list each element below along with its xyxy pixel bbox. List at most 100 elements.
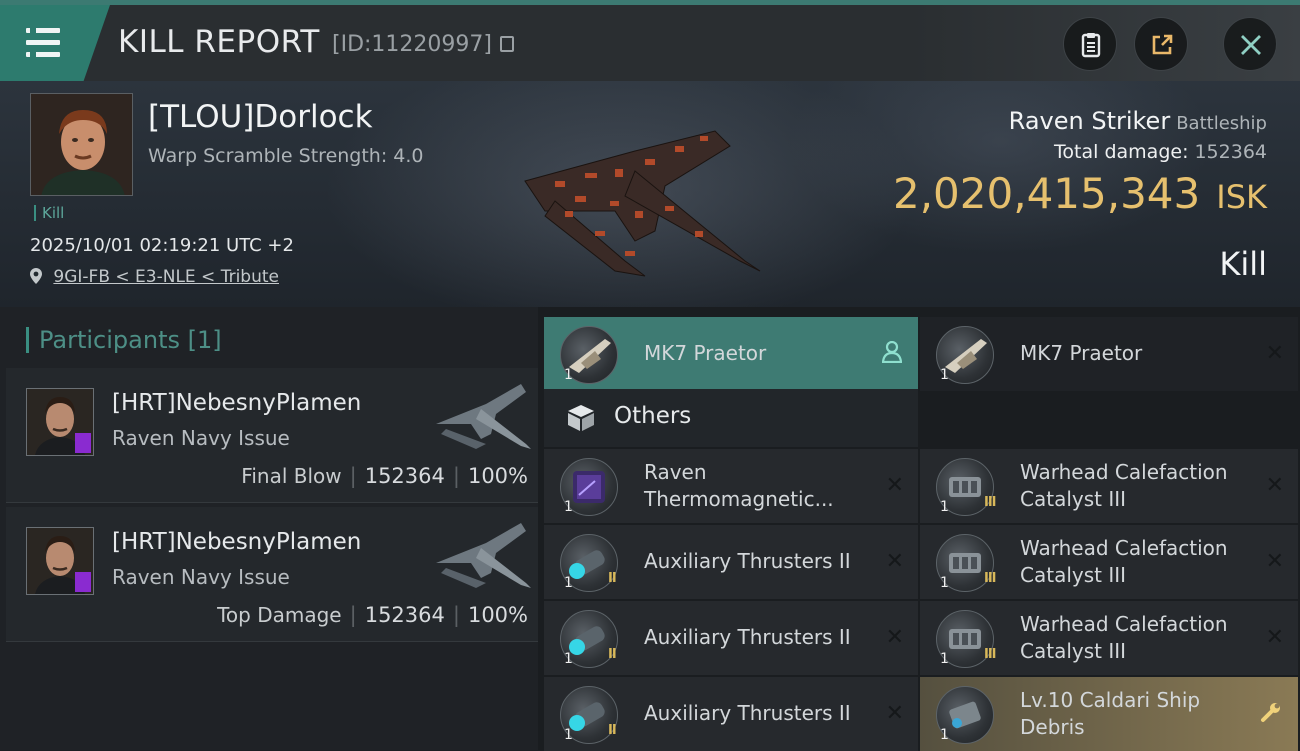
clipboard-icon xyxy=(1081,33,1101,58)
wrench-icon[interactable] xyxy=(1260,701,1282,723)
victim-ship-image xyxy=(524,130,761,277)
item-qty: 1 xyxy=(940,367,949,383)
item-qty: 1 xyxy=(564,651,573,667)
kill-datetime: 2025/10/01 02:19:21 UTC +2 xyxy=(30,235,294,256)
close-icon xyxy=(1241,35,1261,55)
participant-stat-label: Final Blow xyxy=(241,464,342,488)
item-qty: 1 xyxy=(940,575,949,591)
isk-unit: ISK xyxy=(1216,178,1267,216)
participant-name: [HRT]NebesnyPlamen xyxy=(112,390,362,416)
item-qty: 1 xyxy=(564,499,573,515)
tier-badge: III xyxy=(984,571,996,586)
item-ship-debris[interactable]: 1 Lv.10 Caldari Ship Debris xyxy=(920,677,1298,751)
warp-scramble-strength: Warp Scramble Strength: 4.0 xyxy=(148,145,424,167)
participant-stat-label: Top Damage xyxy=(217,603,342,627)
tier-badge: III xyxy=(984,495,996,510)
item-qty: 1 xyxy=(940,651,949,667)
item-qty: 1 xyxy=(564,367,573,383)
item-qty: 1 xyxy=(564,727,573,743)
item-qty: 1 xyxy=(940,727,949,743)
participant-percent: 100% xyxy=(467,603,528,627)
item-name: MK7 Praetor xyxy=(1020,341,1143,365)
item-name: Warhead Calefaction Catalyst III xyxy=(1020,536,1228,587)
kill-location[interactable]: 9GI-FB < E3-NLE < Tribute xyxy=(30,267,279,287)
pilot-icon[interactable] xyxy=(882,341,902,363)
total-damage-label: Total damage: xyxy=(1054,141,1189,163)
item-name: Auxiliary Thrusters II xyxy=(644,625,851,649)
participants-panel: Participants [1] [HRT]NebesnyPlamen Rave… xyxy=(0,307,538,750)
total-damage: Total damage: 152364 xyxy=(1054,141,1267,163)
participant-card-final-blow[interactable]: [HRT]NebesnyPlamen Raven Navy Issue Fina… xyxy=(6,368,538,503)
item-name: Warhead Calefaction Catalyst III xyxy=(1020,612,1228,663)
tier-badge: II xyxy=(608,723,617,738)
total-damage-value: 152364 xyxy=(1194,141,1267,163)
share-button[interactable] xyxy=(1134,17,1188,71)
destroyed-x-icon: ✕ xyxy=(1265,549,1284,574)
item-drone-left[interactable]: 1 MK7 Praetor xyxy=(544,317,918,391)
item-aux-thrusters[interactable]: 1 II Auxiliary Thrusters II ✕ xyxy=(544,525,918,599)
participant-ship: Raven Navy Issue xyxy=(112,426,290,450)
item-aux-thrusters[interactable]: 1 II Auxiliary Thrusters II ✕ xyxy=(544,601,918,675)
victim-ship: Raven Striker Battleship xyxy=(1009,107,1267,135)
item-name: Auxiliary Thrusters II xyxy=(644,701,851,725)
participant-avatar xyxy=(26,527,94,595)
participant-damage: 152364 xyxy=(364,464,445,488)
victim-banner: [TLOU]Dorlock Warp Scramble Strength: 4.… xyxy=(0,81,1300,307)
box-icon xyxy=(568,405,594,431)
item-name: Raven Thermomagnetic... xyxy=(644,460,834,511)
participant-stats: Final Blow | 152364 | 100% xyxy=(241,464,528,488)
victim-ship-class: Battleship xyxy=(1176,113,1267,134)
corp-badge-icon xyxy=(75,433,91,453)
isk-value: 2,020,415,343 ISK xyxy=(893,169,1267,218)
page-title: KILL REPORT xyxy=(118,24,320,60)
others-section-header: Others xyxy=(544,389,918,447)
tier-badge: III xyxy=(984,647,996,662)
item-name: MK7 Praetor xyxy=(644,341,767,365)
tier-badge: II xyxy=(608,647,617,662)
item-warhead-catalyst[interactable]: 1 III Warhead Calefaction Catalyst III ✕ xyxy=(920,601,1298,675)
isk-amount: 2,020,415,343 xyxy=(892,169,1201,218)
destroyed-x-icon: ✕ xyxy=(1265,625,1284,650)
destroyed-x-icon: ✕ xyxy=(885,701,904,726)
close-button[interactable] xyxy=(1223,17,1277,71)
copy-icon[interactable] xyxy=(500,36,514,52)
item-thermomagnetic[interactable]: 1 Raven Thermomagnetic... ✕ xyxy=(544,449,918,523)
item-aux-thrusters[interactable]: 1 II Auxiliary Thrusters II ✕ xyxy=(544,677,918,751)
destroyed-x-icon: ✕ xyxy=(885,473,904,498)
destroyed-x-icon: ✕ xyxy=(885,625,904,650)
destroyed-x-icon: ✕ xyxy=(1265,473,1284,498)
item-name: Warhead Calefaction Catalyst III xyxy=(1020,460,1228,511)
kill-tag: Kill xyxy=(34,205,64,221)
participant-percent: 100% xyxy=(467,464,528,488)
item-name: Auxiliary Thrusters II xyxy=(644,549,851,573)
participants-header: Participants [1] xyxy=(26,327,222,353)
location-pin-icon xyxy=(30,268,42,284)
participant-name: [HRT]NebesnyPlamen xyxy=(112,529,362,555)
items-panel: 1 MK7 Praetor 1 MK7 Praetor ✕ Others 1 R… xyxy=(538,307,1300,751)
tier-badge: II xyxy=(608,571,617,586)
destroyed-x-icon: ✕ xyxy=(1265,341,1284,366)
victim-portrait xyxy=(30,93,133,196)
participant-stats: Top Damage | 152364 | 100% xyxy=(217,603,528,627)
item-qty: 1 xyxy=(564,575,573,591)
participant-card-top-damage[interactable]: [HRT]NebesnyPlamen Raven Navy Issue Top … xyxy=(6,507,538,642)
participant-ship-image xyxy=(436,384,531,449)
participant-damage: 152364 xyxy=(364,603,445,627)
kill-result-label: Kill xyxy=(1219,245,1267,283)
others-label: Others xyxy=(614,403,692,429)
victim-ship-name: Raven Striker xyxy=(1008,107,1171,135)
participant-ship-image xyxy=(436,523,531,588)
item-qty: 1 xyxy=(940,499,949,515)
item-warhead-catalyst[interactable]: 1 III Warhead Calefaction Catalyst III ✕ xyxy=(920,525,1298,599)
victim-name[interactable]: [TLOU]Dorlock xyxy=(148,99,373,135)
item-drone-right[interactable]: 1 MK7 Praetor ✕ xyxy=(920,317,1298,391)
item-name: Lv.10 Caldari Ship Debris xyxy=(1020,688,1201,739)
location-link[interactable]: 9GI-FB < E3-NLE < Tribute xyxy=(53,267,279,287)
item-warhead-catalyst[interactable]: 1 III Warhead Calefaction Catalyst III ✕ xyxy=(920,449,1298,523)
clipboard-button[interactable] xyxy=(1063,17,1117,71)
participant-ship: Raven Navy Issue xyxy=(112,565,290,589)
report-id: [ID:11220997] xyxy=(332,32,492,57)
participant-avatar xyxy=(26,388,94,456)
share-icon xyxy=(1152,34,1173,55)
destroyed-x-icon: ✕ xyxy=(885,549,904,574)
